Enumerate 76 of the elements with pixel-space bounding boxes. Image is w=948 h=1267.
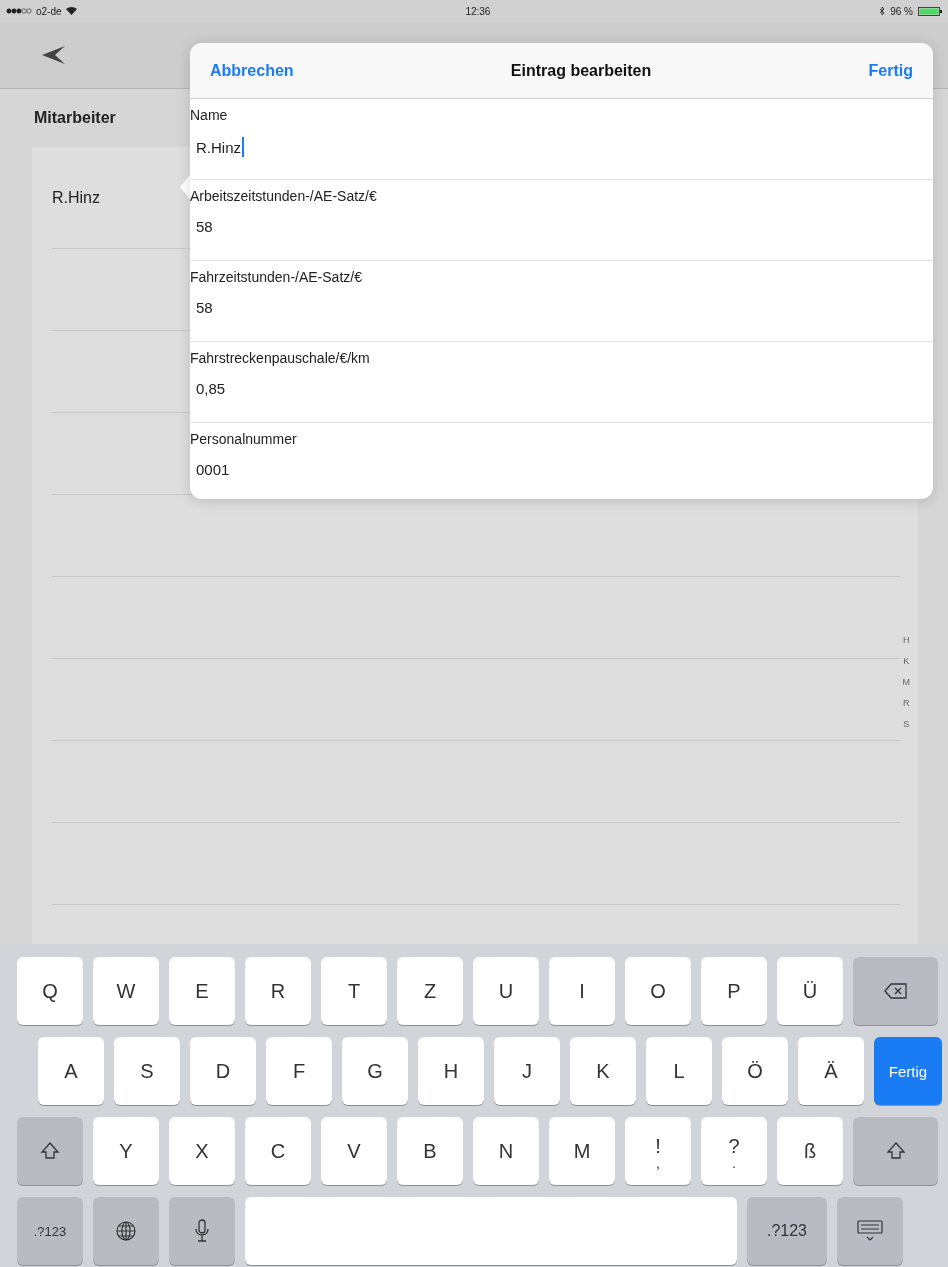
- field-label: Name: [190, 106, 228, 123]
- keyboard-hide-icon: [857, 1220, 883, 1242]
- key[interactable]: ! ,: [625, 1117, 691, 1185]
- globe-icon: [115, 1220, 137, 1242]
- key[interactable]: Y: [93, 1117, 159, 1185]
- space-key[interactable]: [245, 1197, 737, 1265]
- index-letter[interactable]: R: [903, 698, 910, 708]
- key[interactable]: A: [38, 1037, 104, 1105]
- done-key[interactable]: Fertig: [874, 1037, 942, 1105]
- key[interactable]: U: [473, 957, 539, 1025]
- text-cursor: [242, 137, 244, 157]
- key[interactable]: B: [397, 1117, 463, 1185]
- key[interactable]: Ö: [722, 1037, 788, 1105]
- shift-key[interactable]: [853, 1117, 938, 1185]
- field-label: Fahrstreckenpauschale/€/km: [190, 349, 370, 366]
- key[interactable]: R: [245, 957, 311, 1025]
- key[interactable]: H: [418, 1037, 484, 1105]
- shift-icon: [40, 1141, 60, 1161]
- back-icon[interactable]: [40, 45, 66, 65]
- key[interactable]: X: [169, 1117, 235, 1185]
- key[interactable]: I: [549, 957, 615, 1025]
- key[interactable]: W: [93, 957, 159, 1025]
- field-label: Arbeitszeitstunden-/AE-Satz/€: [190, 187, 377, 204]
- key[interactable]: O: [625, 957, 691, 1025]
- dictation-key[interactable]: [169, 1197, 235, 1265]
- numbers-key[interactable]: .?123: [17, 1197, 83, 1265]
- key[interactable]: Z: [397, 957, 463, 1025]
- text-field[interactable]: 0001: [196, 461, 230, 478]
- key[interactable]: G: [342, 1037, 408, 1105]
- shift-key[interactable]: [17, 1117, 83, 1185]
- key[interactable]: D: [190, 1037, 256, 1105]
- popover-title: Eintrag bearbeiten: [510, 61, 652, 80]
- hide-keyboard-key[interactable]: [837, 1197, 903, 1265]
- carrier-name: o2-de: [36, 5, 62, 17]
- key[interactable]: P: [701, 957, 767, 1025]
- key[interactable]: Q: [17, 957, 83, 1025]
- key[interactable]: T: [321, 957, 387, 1025]
- shift-icon: [885, 1141, 906, 1161]
- key[interactable]: F: [266, 1037, 332, 1105]
- battery-icon: [918, 6, 942, 16]
- numbers-key[interactable]: .?123: [747, 1197, 827, 1265]
- key[interactable]: S: [114, 1037, 180, 1105]
- key[interactable]: E: [169, 957, 235, 1025]
- backspace-key[interactable]: [853, 957, 938, 1025]
- key[interactable]: J: [494, 1037, 560, 1105]
- field-label: Personalnummer: [190, 430, 297, 447]
- key[interactable]: V: [321, 1117, 387, 1185]
- text-field[interactable]: 58: [196, 299, 213, 316]
- key[interactable]: ? .: [701, 1117, 767, 1185]
- microphone-icon: [195, 1219, 209, 1243]
- section-title: Mitarbeiter: [34, 109, 116, 127]
- field-label: Fahrzeitstunden-/AE-Satz/€: [190, 268, 362, 285]
- key[interactable]: M: [549, 1117, 615, 1185]
- index-letter[interactable]: S: [903, 719, 910, 729]
- index-letter[interactable]: M: [902, 677, 910, 687]
- index-letter[interactable]: H: [903, 635, 910, 645]
- text-field[interactable]: 0,85: [196, 380, 226, 397]
- key[interactable]: ß: [777, 1117, 843, 1185]
- bluetooth-icon: [879, 6, 886, 16]
- cancel-button[interactable]: Abbrechen: [210, 61, 294, 80]
- text-field[interactable]: R.Hinz: [196, 137, 244, 157]
- index-letter[interactable]: K: [903, 656, 910, 666]
- wifi-icon: [65, 7, 77, 15]
- globe-key[interactable]: [93, 1197, 159, 1265]
- key[interactable]: Ü: [777, 957, 843, 1025]
- signal-icon: [6, 8, 32, 14]
- clock: 12:36: [465, 5, 491, 17]
- battery-percentage: 96 %: [890, 5, 913, 17]
- key[interactable]: L: [646, 1037, 712, 1105]
- key[interactable]: C: [245, 1117, 311, 1185]
- done-button[interactable]: Fertig: [868, 61, 913, 80]
- key[interactable]: N: [473, 1117, 539, 1185]
- key[interactable]: K: [570, 1037, 636, 1105]
- text-field[interactable]: 58: [196, 218, 213, 235]
- key[interactable]: Ä: [798, 1037, 864, 1105]
- backspace-icon: [883, 983, 908, 999]
